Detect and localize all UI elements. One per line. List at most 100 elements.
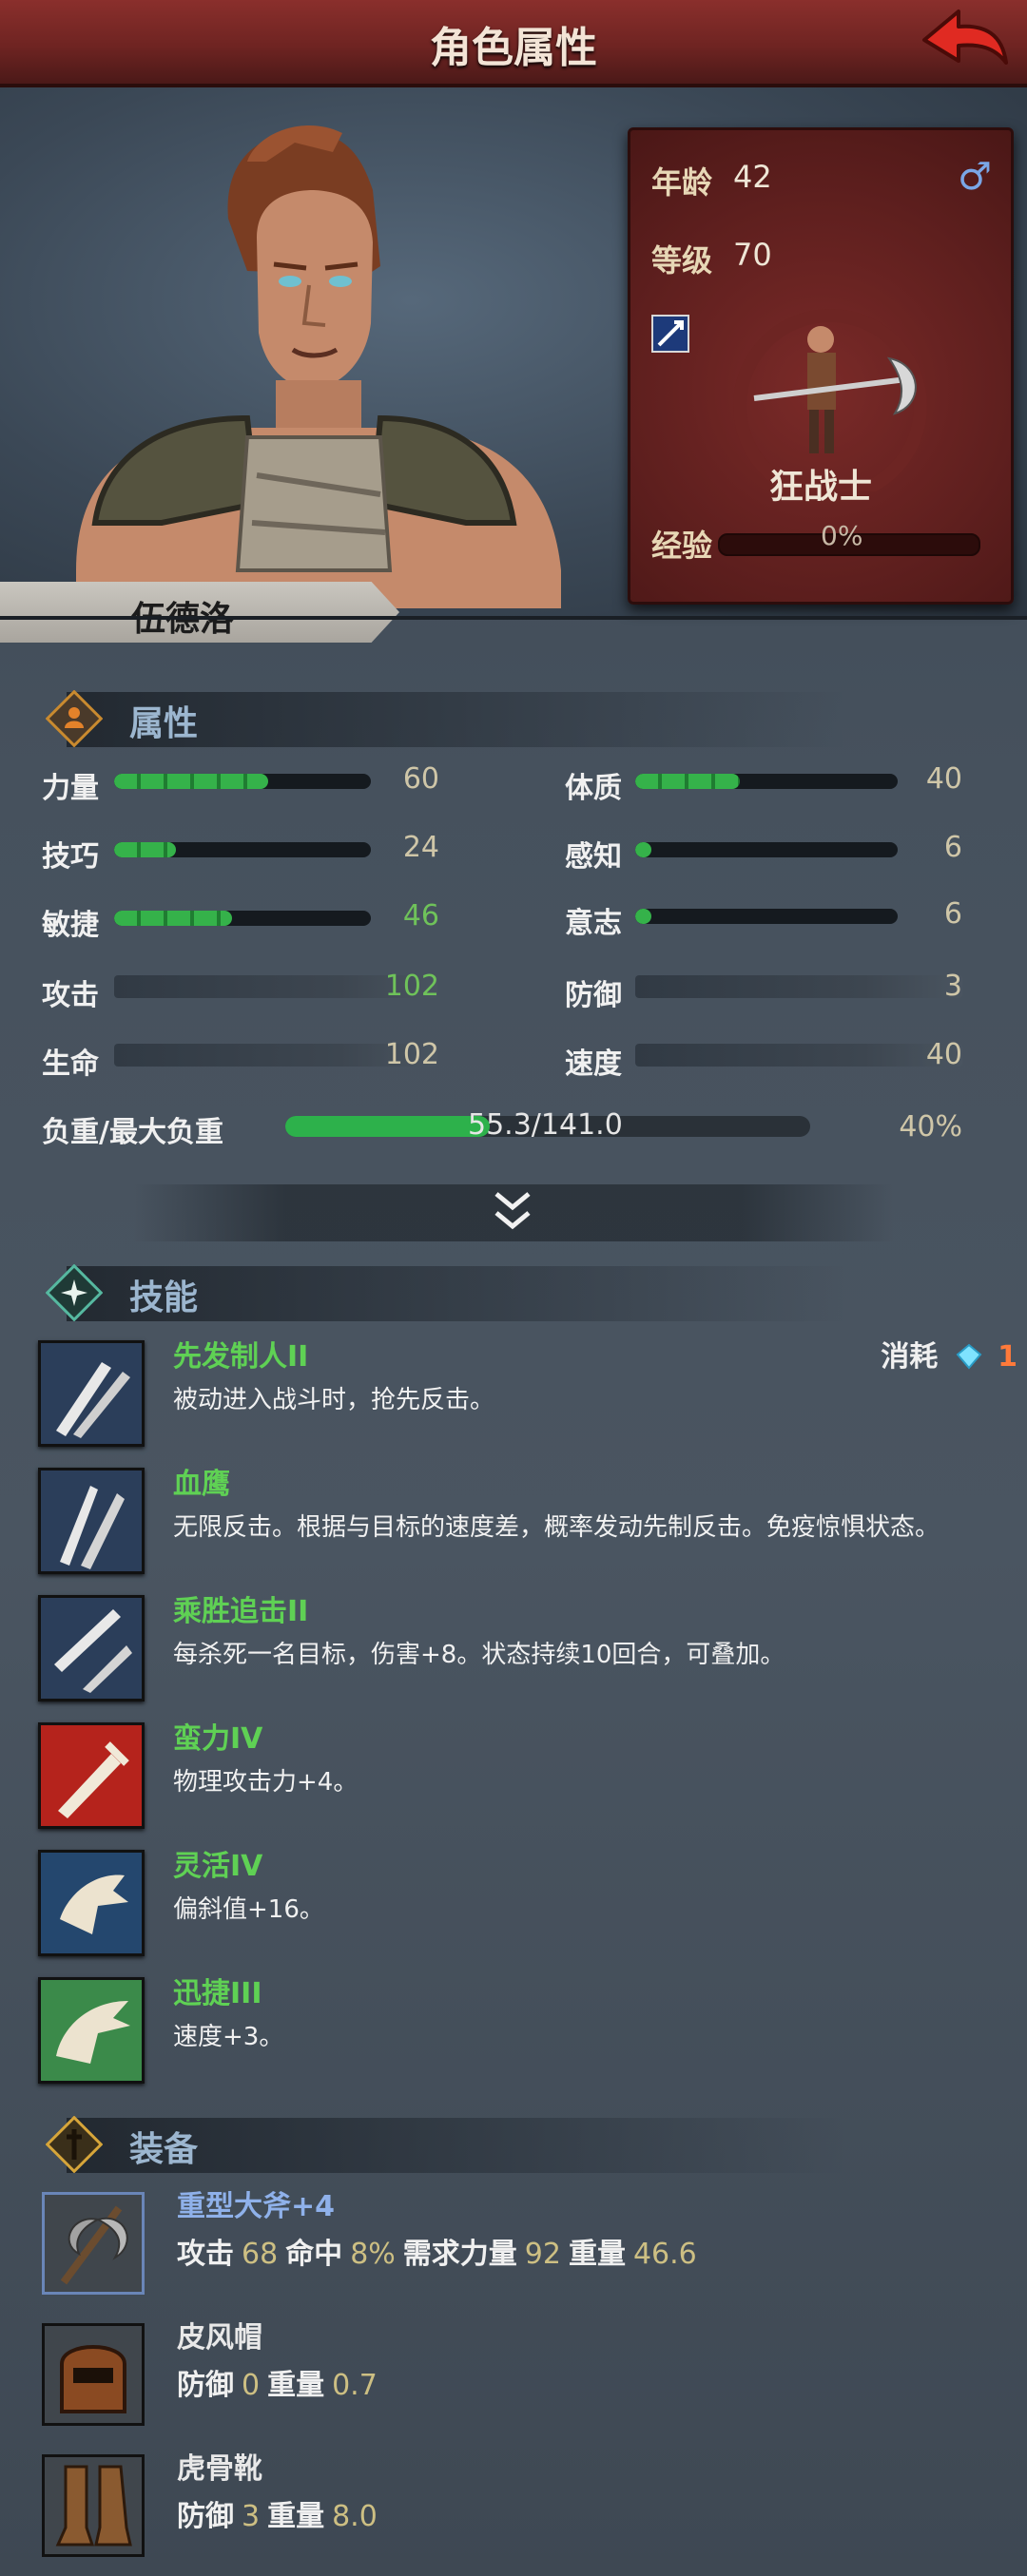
stat-value: 46.6 — [632, 2238, 697, 2271]
exp-label: 经验 — [651, 528, 713, 564]
load-label: 负重/最大负重 — [42, 1116, 223, 1149]
equipment-name: 重型大斧+4 — [177, 2190, 336, 2223]
skill-item[interactable]: 蛮力IV 物理攻击力+4。 — [38, 1722, 1008, 1836]
skill-desc: 每杀死一名目标，伤害+8。状态持续10回合，可叠加。 — [173, 1641, 785, 1669]
back-arrow-icon[interactable] — [919, 6, 1010, 76]
skill-desc: 无限反击。根据与目标的速度差，概率发动先制反击。免疫惊惧状态。 — [173, 1513, 940, 1542]
attributes-diamond-icon — [46, 690, 103, 747]
equipment-name: 皮风帽 — [177, 2321, 262, 2355]
character-name-tag: 伍德洛 — [0, 582, 399, 643]
equipment-name: 虎骨靴 — [177, 2452, 262, 2486]
agility-bar — [114, 911, 371, 926]
stat-label: 防御 — [177, 2369, 234, 2402]
hp-value: 102 — [384, 1038, 439, 1071]
constitution-label: 体质 — [565, 772, 622, 805]
stat-label: 重量 — [267, 2369, 325, 2402]
stat-value: 3 — [242, 2500, 261, 2533]
agility-label: 敏捷 — [42, 909, 99, 942]
stat-label: 命中 — [285, 2238, 343, 2271]
perception-bar — [635, 842, 898, 857]
stat-value: 8.0 — [332, 2500, 378, 2533]
skills-header: 技能 — [38, 1260, 856, 1327]
equipment-stats: 防御 3 重量 8.0 — [177, 2492, 385, 2534]
agility-value: 46 — [402, 899, 439, 932]
agility-icon — [38, 1850, 145, 1956]
speed-label: 速度 — [565, 1048, 622, 1081]
attack-value: 102 — [384, 970, 439, 1003]
skill-item[interactable]: 迅捷III 速度+3。 — [38, 1977, 1008, 2091]
counter-strike-icon — [38, 1340, 145, 1447]
chevron-double-down-icon[interactable] — [489, 1188, 536, 1234]
defense-label: 防御 — [565, 979, 622, 1012]
perception-value: 6 — [943, 831, 962, 864]
weapon-type-icon[interactable] — [651, 315, 689, 353]
constitution-bar — [635, 774, 898, 789]
class-name: 狂战士 — [768, 468, 872, 507]
skill-desc: 物理攻击力+4。 — [173, 1768, 358, 1797]
skill-name: 乘胜追击II — [173, 1595, 309, 1628]
equipment-item[interactable]: 皮风帽 防御 0 重量 0.7 — [42, 2321, 993, 2437]
male-icon: ♂ — [958, 155, 992, 199]
stat-value: 68 — [242, 2238, 279, 2271]
level-label: 等级 — [651, 242, 713, 279]
strength-label: 力量 — [42, 772, 99, 805]
skill-desc: 速度+3。 — [173, 2023, 284, 2051]
constitution-value: 40 — [925, 762, 962, 796]
age-value: 42 — [733, 159, 772, 195]
character-portrait — [76, 125, 561, 608]
stat-label: 防御 — [177, 2500, 234, 2533]
great-axe-icon — [42, 2192, 145, 2295]
leather-hood-icon — [42, 2323, 145, 2426]
skill-bar — [114, 842, 371, 857]
load-value: 55.3/141.0 — [468, 1108, 623, 1142]
skill-item[interactable]: 血鹰 无限反击。根据与目标的速度差，概率发动先制反击。免疫惊惧状态。 — [38, 1468, 1008, 1582]
defense-value: 3 — [943, 970, 962, 1003]
character-info-card: 年龄 42 ♂ 等级 70 狂战士 经验 0% — [628, 127, 1014, 605]
equipment-stats: 防御 0 重量 0.7 — [177, 2361, 385, 2403]
strength-bar — [114, 774, 371, 789]
pursuit-icon — [38, 1595, 145, 1701]
skill-label: 技巧 — [42, 840, 99, 874]
swiftness-icon — [38, 1977, 145, 2084]
hp-label: 生命 — [42, 1048, 99, 1081]
equipment-item[interactable]: 重型大斧+4 攻击 68 命中 8% 需求力量 92 重量 46.6 — [42, 2190, 993, 2306]
skill-name: 先发制人II — [173, 1340, 309, 1374]
page-title: 角色属性 — [430, 24, 597, 72]
equipment-title: 装备 — [129, 2130, 199, 2169]
brute-force-icon — [38, 1722, 145, 1829]
skill-desc: 被动进入战斗时，抢先反击。 — [173, 1386, 495, 1414]
age-label: 年龄 — [651, 164, 713, 201]
load-percent: 40% — [899, 1110, 962, 1144]
stat-value: 0.7 — [332, 2369, 378, 2402]
tiger-bone-boots-icon — [42, 2454, 145, 2557]
stat-label: 攻击 — [177, 2238, 234, 2271]
exp-value: 0% — [821, 520, 863, 551]
stat-label: 重量 — [267, 2500, 325, 2533]
level-value: 70 — [733, 237, 772, 273]
equipment-stats: 攻击 68 命中 8% 需求力量 92 重量 46.6 — [177, 2230, 705, 2272]
skill-item[interactable]: 乘胜追击II 每杀死一名目标，伤害+8。状态持续10回合，可叠加。 — [38, 1595, 1008, 1709]
stat-value: 92 — [524, 2238, 561, 2271]
skill-name: 迅捷III — [173, 1977, 262, 2010]
skill-name: 蛮力IV — [173, 1722, 263, 1756]
skill-item[interactable]: 灵活IV 偏斜值+16。 — [38, 1850, 1008, 1964]
attributes-header: 属性 — [38, 686, 856, 753]
skill-item[interactable]: 先发制人II 被动进入战斗时，抢先反击。 — [38, 1340, 1008, 1454]
will-label: 意志 — [565, 907, 622, 940]
strength-value: 60 — [402, 762, 439, 796]
divider — [0, 616, 1027, 620]
stat-label: 重量 — [568, 2238, 626, 2271]
skills-title: 技能 — [129, 1278, 199, 1317]
will-bar — [635, 909, 898, 924]
speed-value: 40 — [925, 1038, 962, 1071]
attack-label: 攻击 — [42, 979, 99, 1012]
skills-diamond-icon — [46, 1264, 103, 1321]
stat-value: 8% — [350, 2238, 396, 2271]
equipment-item[interactable]: 虎骨靴 防御 3 重量 8.0 — [42, 2452, 993, 2568]
stat-value: 0 — [242, 2369, 261, 2402]
attributes-title: 属性 — [129, 704, 199, 743]
skill-name: 血鹰 — [173, 1468, 230, 1501]
blood-eagle-icon — [38, 1468, 145, 1574]
perception-label: 感知 — [565, 840, 622, 874]
skill-value: 24 — [402, 831, 439, 864]
